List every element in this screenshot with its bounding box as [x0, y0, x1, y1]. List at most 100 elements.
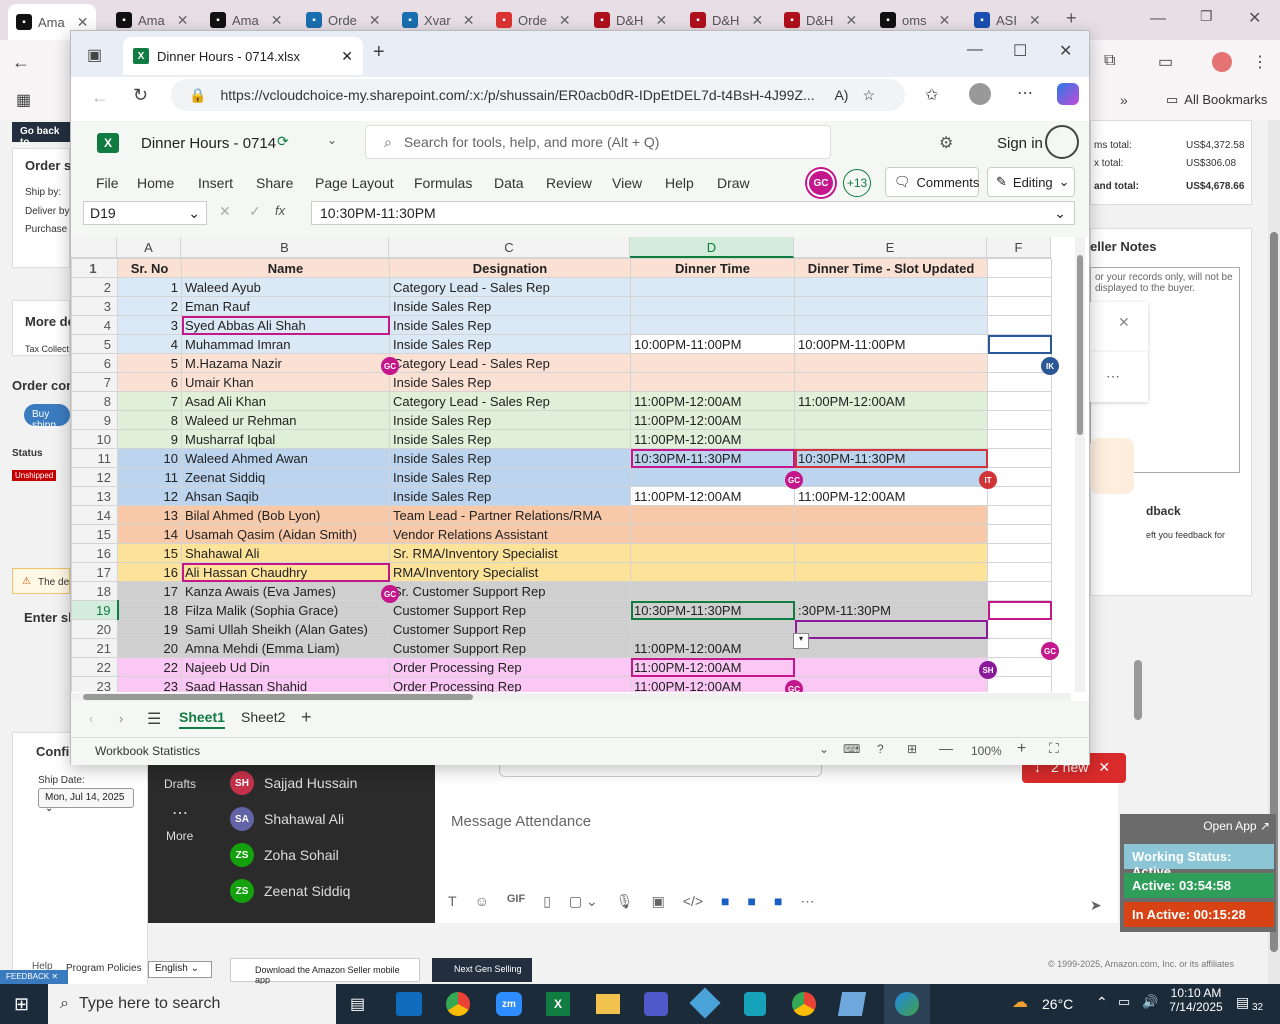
teams-taskbar-icon[interactable]	[644, 992, 668, 1016]
search-box[interactable]: ⌕ Search for tools, help, and more (Alt …	[365, 125, 831, 159]
menu-help[interactable]: Help	[665, 175, 694, 191]
language-select[interactable]: English ⌄	[148, 961, 212, 978]
spreadsheet-grid[interactable]: A B C D E F 1 Sr. No Name Designation Dinner Time D…	[71, 237, 1089, 692]
dinner-time-cell[interactable]: 11:00PM-12:00AM	[630, 486, 795, 506]
apps-icon[interactable]: ▦	[16, 90, 31, 110]
dinner-time-cell[interactable]: 10:00PM-11:00PM	[630, 334, 795, 354]
comments-button[interactable]: 🗨 Comments	[885, 167, 979, 197]
ship-date-select[interactable]: Mon, Jul 14, 2025 ⌄	[38, 788, 134, 814]
close-tab-icon[interactable]: ✕	[369, 12, 381, 29]
tab-actions-icon[interactable]: ▣	[87, 45, 102, 65]
notifications-icon[interactable]: ▤	[1236, 994, 1249, 1011]
zoom-app-icon[interactable]: zm	[496, 992, 522, 1016]
menu-view[interactable]: View	[612, 175, 642, 191]
name-cell[interactable]: Bilal Ahmed (Bob Lyon)	[181, 505, 390, 525]
empty-cell[interactable]	[987, 581, 1052, 601]
close-tab-icon[interactable]: ✕	[77, 14, 89, 31]
name-cell[interactable]: Syed Abbas Ali Shah	[181, 315, 390, 335]
chat-list-item[interactable]: ZS Zeenat Siddiq	[230, 879, 350, 903]
menu-data[interactable]: Data	[494, 175, 524, 191]
app-diamond-icon[interactable]	[689, 987, 721, 1019]
empty-cell[interactable]	[987, 562, 1052, 582]
row-header[interactable]: 22	[71, 657, 118, 677]
name-cell[interactable]: Zeenat Siddiq	[181, 467, 390, 487]
designation-cell[interactable]: Sr. Customer Support Rep	[389, 581, 631, 601]
read-aloud-icon[interactable]: A)	[834, 87, 848, 103]
slot-updated-cell[interactable]	[794, 277, 988, 297]
slot-updated-cell[interactable]	[794, 467, 988, 487]
slot-updated-cell[interactable]	[794, 410, 988, 430]
designation-cell[interactable]: Inside Sales Rep	[389, 448, 631, 468]
column-header[interactable]: D	[630, 237, 794, 258]
row-header[interactable]: 3	[71, 296, 118, 316]
row-header[interactable]: 6	[71, 353, 118, 373]
slot-updated-cell[interactable]: 10:00PM-11:00PM	[794, 334, 988, 354]
close-window-icon[interactable]: ✕	[1248, 8, 1261, 28]
dinner-time-cell[interactable]: 11:00PM-12:00AM	[630, 391, 795, 411]
dinner-time-cell[interactable]: 11:00PM-12:00AM	[630, 638, 795, 658]
dinner-time-cell[interactable]: 10:30PM-11:30PM	[630, 600, 795, 620]
slot-updated-cell[interactable]	[794, 429, 988, 449]
dinner-time-cell[interactable]: 10:30PM-11:30PM	[630, 448, 795, 468]
profile-avatar[interactable]	[1212, 52, 1232, 72]
name-cell[interactable]: Najeeb Ud Din	[181, 657, 390, 677]
new-tab-icon[interactable]: +	[1066, 8, 1077, 29]
menu-share[interactable]: Share	[256, 175, 293, 191]
network-icon[interactable]: ▭	[1118, 994, 1130, 1010]
app2-icon[interactable]: ■	[748, 893, 756, 910]
empty-cell[interactable]	[987, 486, 1052, 506]
name-cell[interactable]: Waleed ur Rehman	[181, 410, 390, 430]
edge-minimize-icon[interactable]: —	[967, 41, 983, 59]
more-bookmarks-icon[interactable]: »	[1120, 92, 1128, 108]
zoom-out-icon[interactable]: —	[939, 740, 953, 756]
cell-dropdown-icon[interactable]: ▾	[793, 633, 809, 649]
sr-no-cell[interactable]: 14	[117, 524, 182, 544]
browser-menu-icon[interactable]: ⋮	[1252, 52, 1268, 72]
app3-icon[interactable]: ■	[774, 893, 782, 910]
header-cell[interactable]: Name	[181, 258, 390, 278]
designation-cell[interactable]: Category Lead - Sales Rep	[389, 277, 631, 297]
close-tab-icon[interactable]: ✕	[463, 12, 475, 29]
slot-updated-cell[interactable]: :30PM-11:30PM	[794, 600, 988, 620]
all-sheets-icon[interactable]: ☰	[147, 709, 161, 729]
popup-close-icon[interactable]: ✕	[1118, 314, 1130, 331]
chat-list-item[interactable]: ZS Zoha Sohail	[230, 843, 339, 867]
designation-cell[interactable]: Inside Sales Rep	[389, 372, 631, 392]
app-generic-icon[interactable]	[837, 992, 867, 1016]
empty-cell[interactable]	[987, 277, 1052, 297]
menu-insert[interactable]: Insert	[198, 175, 233, 191]
designation-cell[interactable]: Inside Sales Rep	[389, 467, 631, 487]
add-sheet-icon[interactable]: +	[301, 707, 312, 728]
designation-cell[interactable]: Category Lead - Sales Rep	[389, 391, 631, 411]
slot-updated-cell[interactable]	[794, 315, 988, 335]
empty-cell[interactable]	[987, 524, 1052, 544]
send-icon[interactable]: ➤	[1090, 897, 1102, 914]
sr-no-cell[interactable]: 10	[117, 448, 182, 468]
row-header[interactable]: 23	[71, 676, 118, 692]
menu-review[interactable]: Review	[546, 175, 592, 191]
row-header[interactable]: 16	[71, 543, 118, 563]
slot-updated-cell[interactable]: 10:30PM-11:30PM	[794, 448, 988, 468]
dinner-time-cell[interactable]	[630, 277, 795, 297]
code-icon[interactable]: </>	[683, 893, 703, 910]
sr-no-cell[interactable]: 7	[117, 391, 182, 411]
chat-list-item[interactable]: SH Sajjad Hussain	[230, 771, 357, 795]
name-cell[interactable]: Usamah Qasim (Aidan Smith)	[181, 524, 390, 544]
message-input[interactable]: Message Attendance	[451, 813, 591, 830]
header-cell[interactable]: Dinner Time - Slot Updated	[794, 258, 988, 278]
designation-cell[interactable]: Team Lead - Partner Relations/RMA	[389, 505, 631, 525]
emoji-icon[interactable]: ☺	[475, 893, 489, 910]
close-tab-icon[interactable]: ✕	[939, 12, 951, 29]
outlook-icon[interactable]	[396, 992, 422, 1016]
dinner-time-cell[interactable]	[630, 467, 795, 487]
sr-no-cell[interactable]: 11	[117, 467, 182, 487]
name-box[interactable]: D19 ⌄	[83, 201, 207, 225]
keyboard-icon[interactable]: ⌨	[843, 742, 860, 756]
minimize-icon[interactable]: —	[1150, 10, 1166, 28]
empty-cell[interactable]	[987, 657, 1052, 677]
row-header[interactable]: 17	[71, 562, 118, 582]
loop-icon[interactable]: ▢ ⌄	[569, 893, 598, 910]
close-tab-icon[interactable]: ✕	[271, 12, 283, 29]
close-tab-icon[interactable]: ✕	[655, 12, 667, 29]
download-app-link[interactable]: Download the Amazon Seller mobile app	[230, 958, 420, 985]
